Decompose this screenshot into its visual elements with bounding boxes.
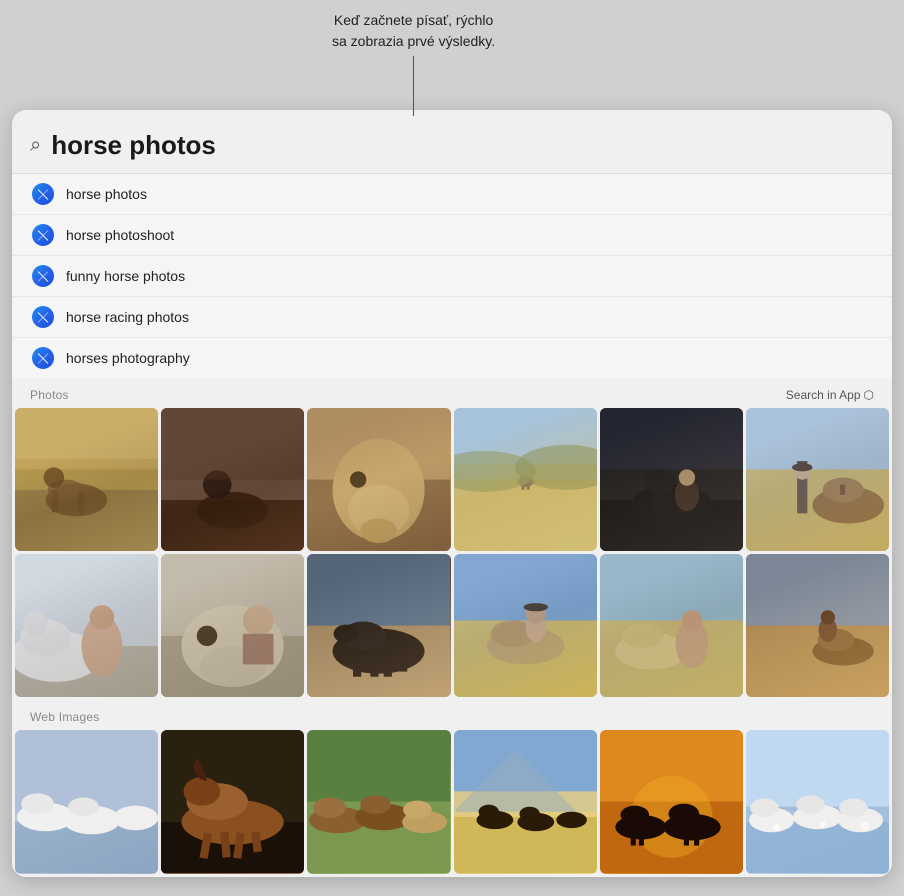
tooltip-line1: Keď začnete písať, rýchlo [332,10,495,31]
web-images-section-header: Web Images [12,700,892,730]
suggestion-label-0: horse photos [66,186,147,202]
photo-thumb-9[interactable] [454,554,597,697]
suggestion-label-4: horses photography [66,350,190,366]
suggestion-item-3[interactable]: horse racing photos [12,297,892,338]
web-thumb-4[interactable] [600,730,743,873]
tooltip: Keď začnete písať, rýchlo sa zobrazia pr… [332,10,495,116]
safari-icon-1 [32,224,54,246]
suggestion-item-4[interactable]: horses photography [12,338,892,378]
web-thumb-2[interactable] [307,730,450,873]
photo-thumb-5[interactable] [746,408,889,551]
search-icon: ⌕ [30,134,41,157]
photos-grid [12,408,892,700]
photo-thumb-4[interactable] [600,408,743,551]
search-query[interactable]: horse photos [51,130,874,161]
search-in-app-link[interactable]: Search in App ⬡ [786,388,874,402]
suggestion-label-1: horse photoshoot [66,227,174,243]
photos-section-title: Photos [30,388,69,402]
photos-section-header: Photos Search in App ⬡ [12,378,892,408]
safari-icon-3 [32,306,54,328]
suggestions-list: horse photos horse photoshoot funny hors… [12,173,892,378]
tooltip-line2: sa zobrazia prvé výsledky. [332,31,495,52]
safari-icon-2 [32,265,54,287]
web-thumb-1[interactable] [161,730,304,873]
photo-thumb-3[interactable] [454,408,597,551]
suggestion-item-0[interactable]: horse photos [12,174,892,215]
photo-thumb-0[interactable] [15,408,158,551]
search-bar[interactable]: ⌕ horse photos [12,122,892,173]
safari-icon-0 [32,183,54,205]
web-images-grid [12,730,892,876]
external-link-icon: ⬡ [864,388,874,402]
web-thumb-0[interactable] [15,730,158,873]
photo-thumb-10[interactable] [600,554,743,697]
search-panel: ⌕ horse photos horse photos horse photos… [12,110,892,877]
suggestion-item-2[interactable]: funny horse photos [12,256,892,297]
web-images-section-title: Web Images [30,710,100,724]
suggestion-item-1[interactable]: horse photoshoot [12,215,892,256]
safari-icon-4 [32,347,54,369]
photo-thumb-8[interactable] [307,554,450,697]
web-thumb-3[interactable] [454,730,597,873]
suggestion-label-2: funny horse photos [66,268,185,284]
photo-thumb-11[interactable] [746,554,889,697]
web-thumb-5[interactable] [746,730,889,873]
photo-thumb-6[interactable] [15,554,158,697]
photo-thumb-7[interactable] [161,554,304,697]
search-in-app-label: Search in App [786,388,861,402]
photo-thumb-2[interactable] [307,408,450,551]
tooltip-indicator [413,56,414,116]
photo-thumb-1[interactable] [161,408,304,551]
suggestion-label-3: horse racing photos [66,309,189,325]
